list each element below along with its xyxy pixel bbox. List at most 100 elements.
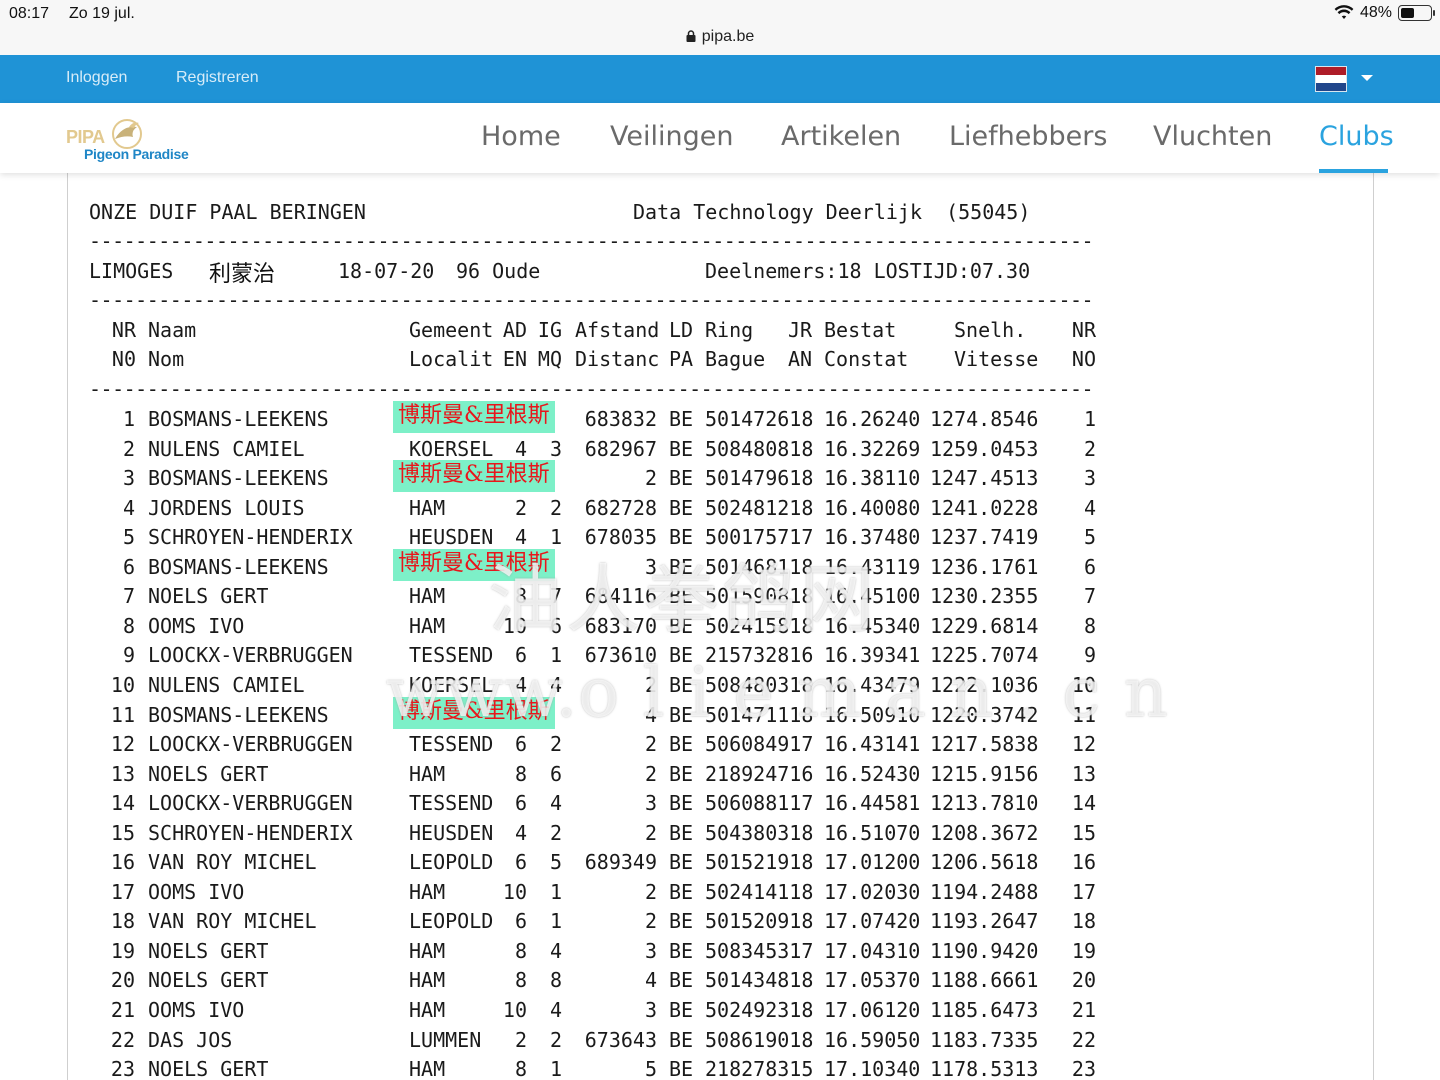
cell-no: 21 xyxy=(1071,998,1096,1022)
cell-naam: NOELS GERT xyxy=(148,968,269,992)
pipa-logo[interactable]: PIPA Pigeon Paradise xyxy=(65,113,205,165)
cell-no: 17 xyxy=(1071,880,1096,904)
column-header: PA xyxy=(669,347,694,371)
cell-no: 16 xyxy=(1071,850,1096,874)
account-bar: Inloggen Registreren xyxy=(0,55,1440,103)
cell-naam: BOSMANS-LEEKENS xyxy=(148,555,329,579)
cell-no: 11 xyxy=(1071,703,1096,727)
cell-no: 2 xyxy=(1083,437,1096,461)
cell-ring: 501434818 xyxy=(705,968,814,992)
race-date: 18-07-20 xyxy=(338,259,435,283)
cell-no: 8 xyxy=(1083,614,1096,638)
cell-nr: 16 xyxy=(110,850,135,874)
cell-no: 13 xyxy=(1071,762,1096,786)
cell-no: 10 xyxy=(1071,673,1096,697)
cell-afstand: 683170 xyxy=(584,614,657,638)
cell-afstand: 2 xyxy=(644,466,657,490)
race-location-cjk: 利蒙治 xyxy=(209,262,276,287)
cell-no: 7 xyxy=(1083,584,1096,608)
cell-no: 1 xyxy=(1083,407,1096,431)
chevron-down-icon[interactable] xyxy=(1361,75,1373,81)
nav-active-indicator xyxy=(1319,169,1388,173)
wifi-icon xyxy=(1334,5,1354,19)
nav-veilingen[interactable]: Veilingen xyxy=(610,121,733,152)
cell-ring: 502414118 xyxy=(705,880,814,904)
battery-icon xyxy=(1398,5,1435,21)
column-header: Distanc xyxy=(575,347,660,371)
cell-no: 3 xyxy=(1083,466,1096,490)
cell-no: 22 xyxy=(1071,1028,1096,1052)
cell-no: 20 xyxy=(1071,968,1096,992)
cell-afstand: 2 xyxy=(644,880,657,904)
cell-nr: 3 xyxy=(122,466,135,490)
cell-afstand: 4 xyxy=(644,703,657,727)
column-header: Naam xyxy=(148,318,197,342)
cell-afstand: 689349 xyxy=(584,850,657,874)
cell-ring: 508480318 xyxy=(705,673,814,697)
cell-naam: OOMS IVO xyxy=(148,998,245,1022)
cell-naam: BOSMANS-LEEKENS xyxy=(148,407,329,431)
cell-naam: DAS JOS xyxy=(148,1028,233,1052)
cell-naam: NULENS CAMIEL xyxy=(148,437,305,461)
login-link[interactable]: Inloggen xyxy=(66,69,127,87)
cell-no: 9 xyxy=(1083,643,1096,667)
column-header: MQ xyxy=(537,347,562,371)
cell-nr: 4 xyxy=(122,496,135,520)
column-header: NR xyxy=(1071,318,1096,342)
cell-ld: BE xyxy=(669,968,694,992)
cell-ring: 508345317 xyxy=(705,939,814,963)
cell-no: 14 xyxy=(1071,791,1096,815)
cell-afstand: 2 xyxy=(644,909,657,933)
cell-no: 12 xyxy=(1071,732,1096,756)
cell-no: 15 xyxy=(1071,821,1096,845)
cell-naam: OOMS IVO xyxy=(148,614,245,638)
cell-ring: 501521918 xyxy=(705,850,814,874)
url-text: pipa.be xyxy=(701,28,755,45)
cell-naam: VAN ROY MICHEL xyxy=(148,909,317,933)
column-header: JR xyxy=(788,318,813,342)
main-navigation: PIPA Pigeon Paradise Home Veilingen Arti… xyxy=(0,103,1440,173)
cell-afstand: 673610 xyxy=(584,643,657,667)
nav-liefhebbers[interactable]: Liefhebbers xyxy=(949,121,1107,152)
cell-ld: BE xyxy=(669,703,694,727)
column-header: LD xyxy=(669,318,694,342)
cell-ring: 218924716 xyxy=(705,762,814,786)
cell-ld: BE xyxy=(669,614,694,638)
nav-clubs[interactable]: Clubs xyxy=(1319,121,1394,152)
column-header: Ring xyxy=(705,318,754,342)
cell-no: 23 xyxy=(1071,1057,1096,1080)
cell-nr: 23 xyxy=(110,1057,135,1080)
cell-nr: 10 xyxy=(110,673,135,697)
cell-afstand: 2 xyxy=(644,821,657,845)
column-header: NO xyxy=(1071,347,1096,371)
nav-artikelen[interactable]: Artikelen xyxy=(781,121,901,152)
cell-afstand: 2 xyxy=(644,762,657,786)
cell-ld: BE xyxy=(669,496,694,520)
cell-ring: 502481218 xyxy=(705,496,814,520)
cell-naam: OOMS IVO xyxy=(148,880,245,904)
column-header: IG xyxy=(537,318,562,342)
cell-ring: 501590818 xyxy=(705,584,814,608)
cell-ring: 501468118 xyxy=(705,555,814,579)
nav-home[interactable]: Home xyxy=(481,121,561,152)
netherlands-flag-icon[interactable] xyxy=(1315,66,1347,92)
cell-nr: 12 xyxy=(110,732,135,756)
cell-ring: 506088117 xyxy=(705,791,814,815)
cell-nr: 19 xyxy=(110,939,135,963)
cell-ld: BE xyxy=(669,909,694,933)
cell-naam: BOSMANS-LEEKENS xyxy=(148,466,329,490)
lock-icon xyxy=(686,30,696,42)
cell-naam: SCHROYEN-HENDERIX xyxy=(148,821,353,845)
cell-nr: 20 xyxy=(110,968,135,992)
cell-ld: BE xyxy=(669,998,694,1022)
column-header: NR xyxy=(111,318,136,342)
cell-nr: 13 xyxy=(110,762,135,786)
cell-ring: 501479618 xyxy=(705,466,814,490)
address-bar[interactable]: pipa.be xyxy=(0,28,1440,46)
cell-naam: NULENS CAMIEL xyxy=(148,673,305,697)
cell-no: 19 xyxy=(1071,939,1096,963)
nav-vluchten[interactable]: Vluchten xyxy=(1153,121,1272,152)
status-bar: 08:17 Zo 19 jul. pipa.be 48% xyxy=(0,0,1440,55)
cell-ld: BE xyxy=(669,791,694,815)
register-link[interactable]: Registreren xyxy=(176,69,259,87)
